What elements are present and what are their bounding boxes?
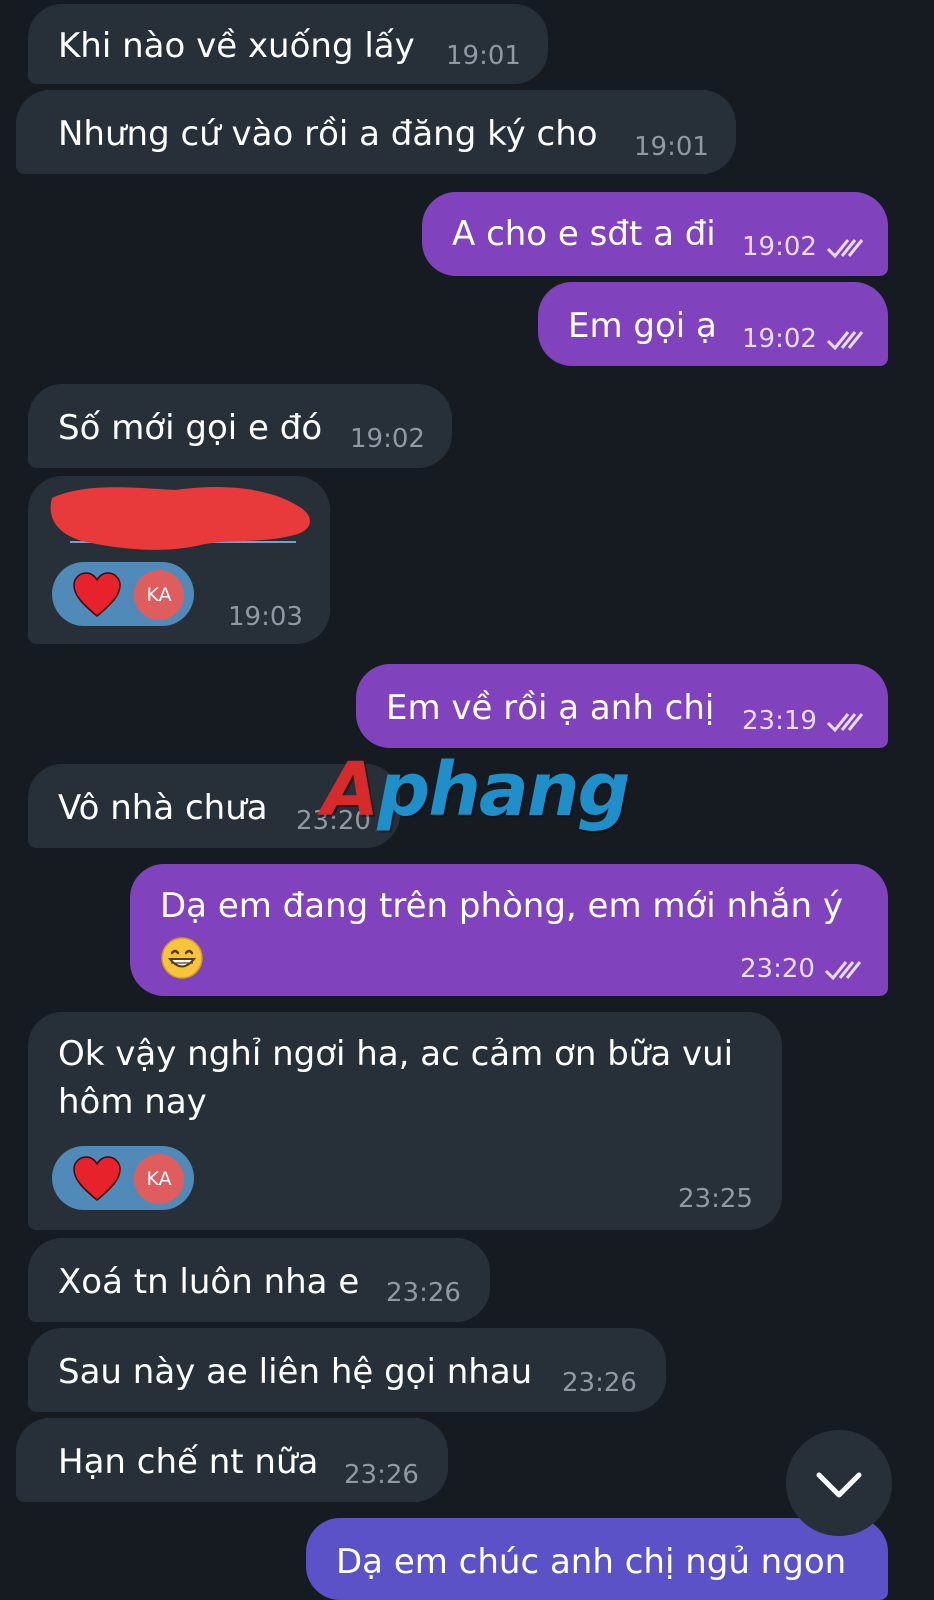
message-text: Xoá tn luôn nha e: [58, 1262, 360, 1302]
message-time: 19:01: [446, 41, 521, 71]
message-time: 23:20: [740, 954, 815, 984]
incoming-message[interactable]: Hạn chế nt nữa 23:26: [16, 1418, 448, 1502]
avatar: KA: [134, 570, 184, 620]
chat-history[interactable]: Khi nào về xuống lấy 19:01 Nhưng cứ vào …: [0, 0, 934, 1600]
message-time: 23:26: [344, 1460, 419, 1490]
incoming-message[interactable]: Khi nào về xuống lấy 19:01: [28, 4, 548, 84]
message-text-line-1: Ok vậy nghỉ ngơi ha, ac cảm ơn bữa vui: [58, 1034, 734, 1074]
message-time: 23:19: [742, 706, 817, 736]
incoming-message[interactable]: Nhưng cứ vào rồi a đăng ký cho 19:01: [16, 90, 736, 174]
message-text: Khi nào về xuống lấy: [58, 26, 415, 66]
message-time: 19:02: [350, 424, 425, 454]
message-time: 23:20: [296, 806, 371, 836]
incoming-message[interactable]: Số mới gọi e đó 19:02: [28, 384, 452, 468]
reaction-pill[interactable]: KA: [52, 1146, 194, 1210]
message-text: Hạn chế nt nữa: [58, 1442, 319, 1482]
outgoing-message[interactable]: Dạ em đang trên phòng, em mới nhắn ý 23:…: [130, 864, 888, 996]
message-text-line-2: hôm nay: [58, 1082, 207, 1122]
message-time: 19:03: [228, 602, 303, 632]
outgoing-message[interactable]: Em về rồi ạ anh chị 23:19: [356, 664, 888, 748]
reaction-pill[interactable]: KA: [52, 562, 194, 626]
message-time: 23:26: [386, 1278, 461, 1308]
incoming-message[interactable]: Xoá tn luôn nha e 23:26: [28, 1238, 490, 1322]
outgoing-message[interactable]: Em gọi ạ 19:02: [538, 282, 888, 366]
incoming-message[interactable]: Sau này ae liên hệ gọi nhau 23:26: [28, 1328, 666, 1412]
message-text: Em về rồi ạ anh chị: [386, 688, 715, 728]
heart-icon: [73, 572, 121, 617]
chevron-down-icon: [816, 1472, 862, 1498]
double-check-icon: [826, 239, 864, 259]
grinning-face-icon: [161, 937, 203, 979]
double-check-icon: [824, 961, 862, 981]
heart-icon: [73, 1156, 121, 1201]
message-text: Số mới gọi e đó: [58, 408, 323, 448]
outgoing-message[interactable]: A cho e sđt a đi 19:02: [422, 192, 888, 276]
message-text: Sau này ae liên hệ gọi nhau: [58, 1352, 533, 1392]
avatar: KA: [134, 1154, 184, 1204]
incoming-message[interactable]: Vô nhà chưa 23:20: [28, 764, 400, 848]
scroll-to-bottom-button[interactable]: [786, 1430, 892, 1536]
double-check-icon: [826, 331, 864, 351]
message-time: 19:02: [742, 324, 817, 354]
message-text: Em gọi ạ: [568, 306, 717, 346]
message-text: Dạ em chúc anh chị ngủ ngon: [336, 1542, 847, 1582]
message-time: 19:02: [742, 232, 817, 262]
message-time: 19:01: [634, 132, 709, 162]
message-text: Vô nhà chưa: [58, 788, 268, 828]
message-time: 23:26: [562, 1368, 637, 1398]
redaction-scribble: [50, 487, 310, 550]
message-text: Nhưng cứ vào rồi a đăng ký cho: [58, 114, 598, 154]
message-text: A cho e sđt a đi: [452, 214, 716, 254]
incoming-message[interactable]: KA 19:03: [28, 476, 330, 644]
message-time: 23:25: [678, 1184, 753, 1214]
message-text: Dạ em đang trên phòng, em mới nhắn ý: [160, 886, 843, 926]
incoming-message[interactable]: Ok vậy nghỉ ngơi ha, ac cảm ơn bữa vui h…: [28, 1012, 782, 1230]
double-check-icon: [826, 713, 864, 733]
